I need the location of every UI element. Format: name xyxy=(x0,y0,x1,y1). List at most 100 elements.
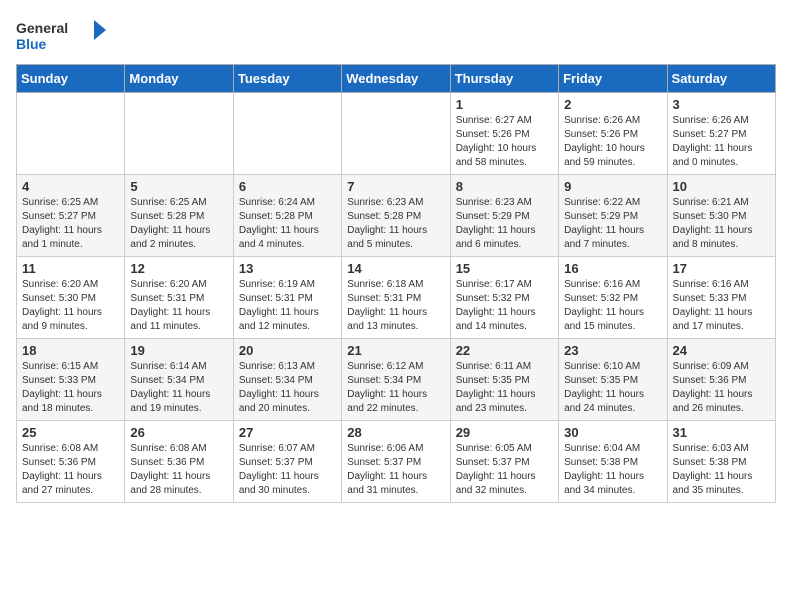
calendar-cell xyxy=(17,93,125,175)
day-info: Sunrise: 6:19 AMSunset: 5:31 PMDaylight:… xyxy=(239,278,336,334)
day-number: 9 xyxy=(564,179,661,194)
calendar-cell: 4 Sunrise: 6:25 AMSunset: 5:27 PMDaylight… xyxy=(17,175,125,257)
day-number: 5 xyxy=(130,179,227,194)
calendar-cell: 25 Sunrise: 6:08 AMSunset: 5:36 PMDayligh… xyxy=(17,421,125,503)
svg-text:General: General xyxy=(16,20,68,36)
calendar-cell xyxy=(233,93,341,175)
calendar-cell: 9 Sunrise: 6:22 AMSunset: 5:29 PMDaylight… xyxy=(559,175,667,257)
day-info: Sunrise: 6:25 AMSunset: 5:27 PMDaylight:… xyxy=(22,196,119,252)
day-number: 29 xyxy=(456,425,553,440)
calendar-cell: 16 Sunrise: 6:16 AMSunset: 5:32 PMDayligh… xyxy=(559,257,667,339)
day-info: Sunrise: 6:12 AMSunset: 5:34 PMDaylight:… xyxy=(347,360,444,416)
calendar-cell xyxy=(125,93,233,175)
day-number: 23 xyxy=(564,343,661,358)
calendar-cell: 1Sunrise: 6:27 AMSunset: 5:26 PMDaylight… xyxy=(450,93,558,175)
header-day-thursday: Thursday xyxy=(450,65,558,93)
calendar-cell: 6Sunrise: 6:24 AMSunset: 5:28 PMDaylight… xyxy=(233,175,341,257)
day-number: 30 xyxy=(564,425,661,440)
calendar-week-5: 25 Sunrise: 6:08 AMSunset: 5:36 PMDayligh… xyxy=(17,421,776,503)
svg-text:Blue: Blue xyxy=(16,36,47,52)
day-number: 19 xyxy=(130,343,227,358)
day-number: 17 xyxy=(673,261,770,276)
day-info: Sunrise: 6:08 AMSunset: 5:36 PMDaylight:… xyxy=(130,442,227,498)
header-day-wednesday: Wednesday xyxy=(342,65,450,93)
day-info: Sunrise: 6:25 AMSunset: 5:28 PMDaylight:… xyxy=(130,196,227,252)
calendar-cell: 31Sunrise: 6:03 AMSunset: 5:38 PMDayligh… xyxy=(667,421,775,503)
day-info: Sunrise: 6:16 AMSunset: 5:33 PMDaylight:… xyxy=(673,278,770,334)
day-number: 16 xyxy=(564,261,661,276)
calendar-cell xyxy=(342,93,450,175)
calendar-cell: 24 Sunrise: 6:09 AMSunset: 5:36 PMDayligh… xyxy=(667,339,775,421)
calendar-cell: 14Sunrise: 6:18 AMSunset: 5:31 PMDayligh… xyxy=(342,257,450,339)
day-info: Sunrise: 6:20 AMSunset: 5:30 PMDaylight:… xyxy=(22,278,119,334)
calendar-body: 1Sunrise: 6:27 AMSunset: 5:26 PMDaylight… xyxy=(17,93,776,503)
header-day-saturday: Saturday xyxy=(667,65,775,93)
calendar-cell: 11 Sunrise: 6:20 AMSunset: 5:30 PMDayligh… xyxy=(17,257,125,339)
day-info: Sunrise: 6:17 AMSunset: 5:32 PMDaylight:… xyxy=(456,278,553,334)
day-number: 21 xyxy=(347,343,444,358)
calendar-table: SundayMondayTuesdayWednesdayThursdayFrid… xyxy=(16,64,776,503)
day-number: 10 xyxy=(673,179,770,194)
day-info: Sunrise: 6:13 AMSunset: 5:34 PMDaylight:… xyxy=(239,360,336,416)
calendar-cell: 17 Sunrise: 6:16 AMSunset: 5:33 PMDayligh… xyxy=(667,257,775,339)
logo-icon: General Blue xyxy=(16,16,106,56)
calendar-week-4: 18Sunrise: 6:15 AMSunset: 5:33 PMDayligh… xyxy=(17,339,776,421)
day-number: 15 xyxy=(456,261,553,276)
calendar-cell: 30Sunrise: 6:04 AMSunset: 5:38 PMDayligh… xyxy=(559,421,667,503)
day-number: 25 xyxy=(22,425,119,440)
day-info: Sunrise: 6:10 AMSunset: 5:35 PMDaylight:… xyxy=(564,360,661,416)
calendar-cell: 12Sunrise: 6:20 AMSunset: 5:31 PMDayligh… xyxy=(125,257,233,339)
day-info: Sunrise: 6:23 AMSunset: 5:28 PMDaylight:… xyxy=(347,196,444,252)
calendar-cell: 28Sunrise: 6:06 AMSunset: 5:37 PMDayligh… xyxy=(342,421,450,503)
day-info: Sunrise: 6:08 AMSunset: 5:36 PMDaylight:… xyxy=(22,442,119,498)
day-info: Sunrise: 6:11 AMSunset: 5:35 PMDaylight:… xyxy=(456,360,553,416)
day-number: 11 xyxy=(22,261,119,276)
day-number: 13 xyxy=(239,261,336,276)
day-number: 27 xyxy=(239,425,336,440)
calendar-week-1: 1Sunrise: 6:27 AMSunset: 5:26 PMDaylight… xyxy=(17,93,776,175)
calendar-header-row: SundayMondayTuesdayWednesdayThursdayFrid… xyxy=(17,65,776,93)
day-info: Sunrise: 6:24 AMSunset: 5:28 PMDaylight:… xyxy=(239,196,336,252)
calendar-cell: 3Sunrise: 6:26 AMSunset: 5:27 PMDaylight… xyxy=(667,93,775,175)
calendar-cell: 15 Sunrise: 6:17 AMSunset: 5:32 PMDayligh… xyxy=(450,257,558,339)
day-info: Sunrise: 6:05 AMSunset: 5:37 PMDaylight:… xyxy=(456,442,553,498)
page-header: General Blue xyxy=(16,16,776,56)
logo: General Blue xyxy=(16,16,106,56)
calendar-week-2: 4 Sunrise: 6:25 AMSunset: 5:27 PMDaylight… xyxy=(17,175,776,257)
calendar-cell: 23 Sunrise: 6:10 AMSunset: 5:35 PMDayligh… xyxy=(559,339,667,421)
day-number: 3 xyxy=(673,97,770,112)
day-number: 14 xyxy=(347,261,444,276)
calendar-cell: 21 Sunrise: 6:12 AMSunset: 5:34 PMDayligh… xyxy=(342,339,450,421)
calendar-cell: 5 Sunrise: 6:25 AMSunset: 5:28 PMDaylight… xyxy=(125,175,233,257)
day-info: Sunrise: 6:16 AMSunset: 5:32 PMDaylight:… xyxy=(564,278,661,334)
header-day-friday: Friday xyxy=(559,65,667,93)
calendar-cell: 8 Sunrise: 6:23 AMSunset: 5:29 PMDaylight… xyxy=(450,175,558,257)
day-number: 1 xyxy=(456,97,553,112)
day-number: 22 xyxy=(456,343,553,358)
calendar-cell: 22 Sunrise: 6:11 AMSunset: 5:35 PMDayligh… xyxy=(450,339,558,421)
day-number: 20 xyxy=(239,343,336,358)
calendar-cell: 19Sunrise: 6:14 AMSunset: 5:34 PMDayligh… xyxy=(125,339,233,421)
calendar-cell: 10Sunrise: 6:21 AMSunset: 5:30 PMDayligh… xyxy=(667,175,775,257)
day-info: Sunrise: 6:09 AMSunset: 5:36 PMDaylight:… xyxy=(673,360,770,416)
day-number: 4 xyxy=(22,179,119,194)
day-info: Sunrise: 6:15 AMSunset: 5:33 PMDaylight:… xyxy=(22,360,119,416)
day-info: Sunrise: 6:23 AMSunset: 5:29 PMDaylight:… xyxy=(456,196,553,252)
header-day-monday: Monday xyxy=(125,65,233,93)
calendar-cell: 26 Sunrise: 6:08 AMSunset: 5:36 PMDayligh… xyxy=(125,421,233,503)
day-info: Sunrise: 6:26 AMSunset: 5:26 PMDaylight:… xyxy=(564,114,661,170)
day-info: Sunrise: 6:07 AMSunset: 5:37 PMDaylight:… xyxy=(239,442,336,498)
calendar-cell: 29 Sunrise: 6:05 AMSunset: 5:37 PMDayligh… xyxy=(450,421,558,503)
day-number: 28 xyxy=(347,425,444,440)
day-number: 7 xyxy=(347,179,444,194)
day-number: 24 xyxy=(673,343,770,358)
day-number: 8 xyxy=(456,179,553,194)
day-number: 26 xyxy=(130,425,227,440)
calendar-cell: 18Sunrise: 6:15 AMSunset: 5:33 PMDayligh… xyxy=(17,339,125,421)
day-number: 31 xyxy=(673,425,770,440)
day-info: Sunrise: 6:22 AMSunset: 5:29 PMDaylight:… xyxy=(564,196,661,252)
day-info: Sunrise: 6:20 AMSunset: 5:31 PMDaylight:… xyxy=(130,278,227,334)
calendar-cell: 7 Sunrise: 6:23 AMSunset: 5:28 PMDaylight… xyxy=(342,175,450,257)
calendar-cell: 20 Sunrise: 6:13 AMSunset: 5:34 PMDayligh… xyxy=(233,339,341,421)
calendar-cell: 27 Sunrise: 6:07 AMSunset: 5:37 PMDayligh… xyxy=(233,421,341,503)
